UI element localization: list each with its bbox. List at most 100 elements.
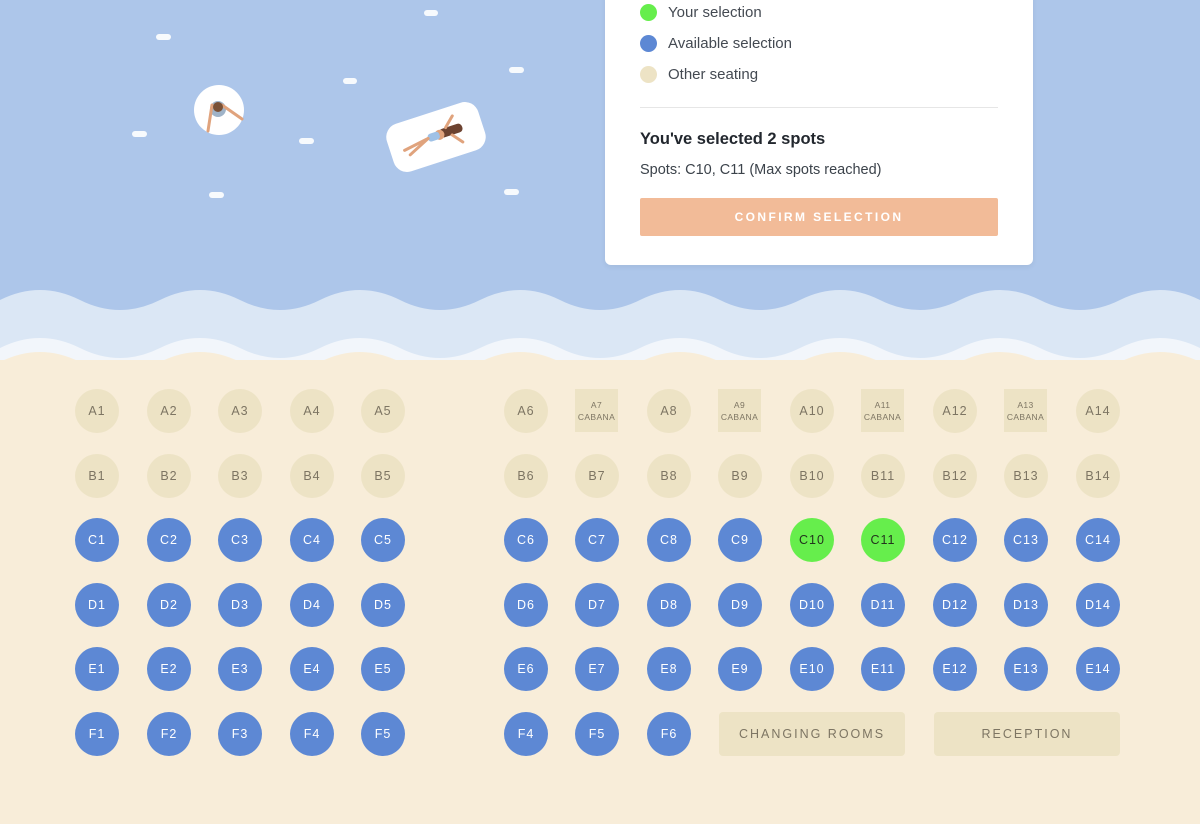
seat-f6[interactable]: F6 xyxy=(647,712,691,756)
seat-a2[interactable]: A2 xyxy=(147,389,191,433)
seat-f5[interactable]: F5 xyxy=(361,712,405,756)
seat-a13[interactable]: A13 CABANA xyxy=(1004,389,1047,432)
seat-f3[interactable]: F3 xyxy=(218,712,262,756)
seat-b7[interactable]: B7 xyxy=(575,454,619,498)
seat-a5[interactable]: A5 xyxy=(361,389,405,433)
seat-d13[interactable]: D13 xyxy=(1004,583,1048,627)
seat-d2[interactable]: D2 xyxy=(147,583,191,627)
seat-d9[interactable]: D9 xyxy=(718,583,762,627)
seat-b2[interactable]: B2 xyxy=(147,454,191,498)
seat-c12[interactable]: C12 xyxy=(933,518,977,562)
seat-d3[interactable]: D3 xyxy=(218,583,262,627)
seat-f5[interactable]: F5 xyxy=(575,712,619,756)
seat-b8[interactable]: B8 xyxy=(647,454,691,498)
seat-f2[interactable]: F2 xyxy=(147,712,191,756)
seat-e8[interactable]: E8 xyxy=(647,647,691,691)
seat-d7[interactable]: D7 xyxy=(575,583,619,627)
seat-e14[interactable]: E14 xyxy=(1076,647,1120,691)
seat-b4[interactable]: B4 xyxy=(290,454,334,498)
legend-label: Other seating xyxy=(668,66,759,83)
seat-a14[interactable]: A14 xyxy=(1076,389,1120,433)
seat-a9[interactable]: A9 CABANA xyxy=(718,389,761,432)
seat-e12[interactable]: E12 xyxy=(933,647,977,691)
seat-d6[interactable]: D6 xyxy=(504,583,548,627)
seat-e11[interactable]: E11 xyxy=(861,647,905,691)
seat-e1[interactable]: E1 xyxy=(75,647,119,691)
swimmer-illustration xyxy=(194,85,244,135)
seat-b13[interactable]: B13 xyxy=(1004,454,1048,498)
cabana-label: CABANA xyxy=(1006,411,1045,422)
seat-d4[interactable]: D4 xyxy=(290,583,334,627)
seat-e3[interactable]: E3 xyxy=(218,647,262,691)
seat-c9[interactable]: C9 xyxy=(718,518,762,562)
seat-label: A7 xyxy=(590,399,603,410)
seat-a11[interactable]: A11 CABANA xyxy=(861,389,904,432)
seat-label: A11 xyxy=(874,399,891,410)
seat-c2[interactable]: C2 xyxy=(147,518,191,562)
seat-d12[interactable]: D12 xyxy=(933,583,977,627)
seat-a8[interactable]: A8 xyxy=(647,389,691,433)
seat-c8[interactable]: C8 xyxy=(647,518,691,562)
selected-spots-text: Spots: C10, C11 (Max spots reached) xyxy=(640,162,882,178)
seat-e7[interactable]: E7 xyxy=(575,647,619,691)
whitecap xyxy=(209,192,224,198)
whitecap xyxy=(156,34,171,40)
reception: RECEPTION xyxy=(934,712,1120,756)
legend-label: Your selection xyxy=(668,4,762,21)
legend-dot-other xyxy=(640,66,657,83)
seat-b3[interactable]: B3 xyxy=(218,454,262,498)
seat-f4[interactable]: F4 xyxy=(504,712,548,756)
seat-c6[interactable]: C6 xyxy=(504,518,548,562)
seat-b11[interactable]: B11 xyxy=(861,454,905,498)
seat-c3[interactable]: C3 xyxy=(218,518,262,562)
seat-f4[interactable]: F4 xyxy=(290,712,334,756)
seat-a1[interactable]: A1 xyxy=(75,389,119,433)
seat-b12[interactable]: B12 xyxy=(933,454,977,498)
seat-e2[interactable]: E2 xyxy=(147,647,191,691)
seat-a6[interactable]: A6 xyxy=(504,389,548,433)
legend-other: Other seating xyxy=(640,66,758,83)
whitecap xyxy=(299,138,314,144)
seat-a3[interactable]: A3 xyxy=(218,389,262,433)
seat-e5[interactable]: E5 xyxy=(361,647,405,691)
confirm-selection-button[interactable]: CONFIRM SELECTION xyxy=(640,198,998,236)
seat-c11[interactable]: C11 xyxy=(861,518,905,562)
seat-e10[interactable]: E10 xyxy=(790,647,834,691)
seat-e4[interactable]: E4 xyxy=(290,647,334,691)
seat-a4[interactable]: A4 xyxy=(290,389,334,433)
seat-c14[interactable]: C14 xyxy=(1076,518,1120,562)
seat-d14[interactable]: D14 xyxy=(1076,583,1120,627)
seat-c4[interactable]: C4 xyxy=(290,518,334,562)
seat-d8[interactable]: D8 xyxy=(647,583,691,627)
seat-b10[interactable]: B10 xyxy=(790,454,834,498)
seat-c13[interactable]: C13 xyxy=(1004,518,1048,562)
seat-a7[interactable]: A7 CABANA xyxy=(575,389,618,432)
seat-d1[interactable]: D1 xyxy=(75,583,119,627)
seat-a12[interactable]: A12 xyxy=(933,389,977,433)
seat-d10[interactable]: D10 xyxy=(790,583,834,627)
cabana-label: CABANA xyxy=(863,411,902,422)
seat-d5[interactable]: D5 xyxy=(361,583,405,627)
seat-a10[interactable]: A10 xyxy=(790,389,834,433)
whitecap xyxy=(504,189,519,195)
changing-rooms: CHANGING ROOMS xyxy=(719,712,905,756)
seat-d11[interactable]: D11 xyxy=(861,583,905,627)
seat-f1[interactable]: F1 xyxy=(75,712,119,756)
seat-e9[interactable]: E9 xyxy=(718,647,762,691)
cabana-label: CABANA xyxy=(720,411,759,422)
seat-c5[interactable]: C5 xyxy=(361,518,405,562)
legend-dot-your-selection xyxy=(640,4,657,21)
whitecap xyxy=(132,131,147,137)
seat-e6[interactable]: E6 xyxy=(504,647,548,691)
seat-b6[interactable]: B6 xyxy=(504,454,548,498)
selection-count-title: You've selected 2 spots xyxy=(640,130,826,148)
seat-c7[interactable]: C7 xyxy=(575,518,619,562)
seat-b14[interactable]: B14 xyxy=(1076,454,1120,498)
seat-c1[interactable]: C1 xyxy=(75,518,119,562)
seat-c10[interactable]: C10 xyxy=(790,518,834,562)
seat-b9[interactable]: B9 xyxy=(718,454,762,498)
panel-divider xyxy=(640,107,998,108)
seat-b1[interactable]: B1 xyxy=(75,454,119,498)
seat-e13[interactable]: E13 xyxy=(1004,647,1048,691)
seat-b5[interactable]: B5 xyxy=(361,454,405,498)
